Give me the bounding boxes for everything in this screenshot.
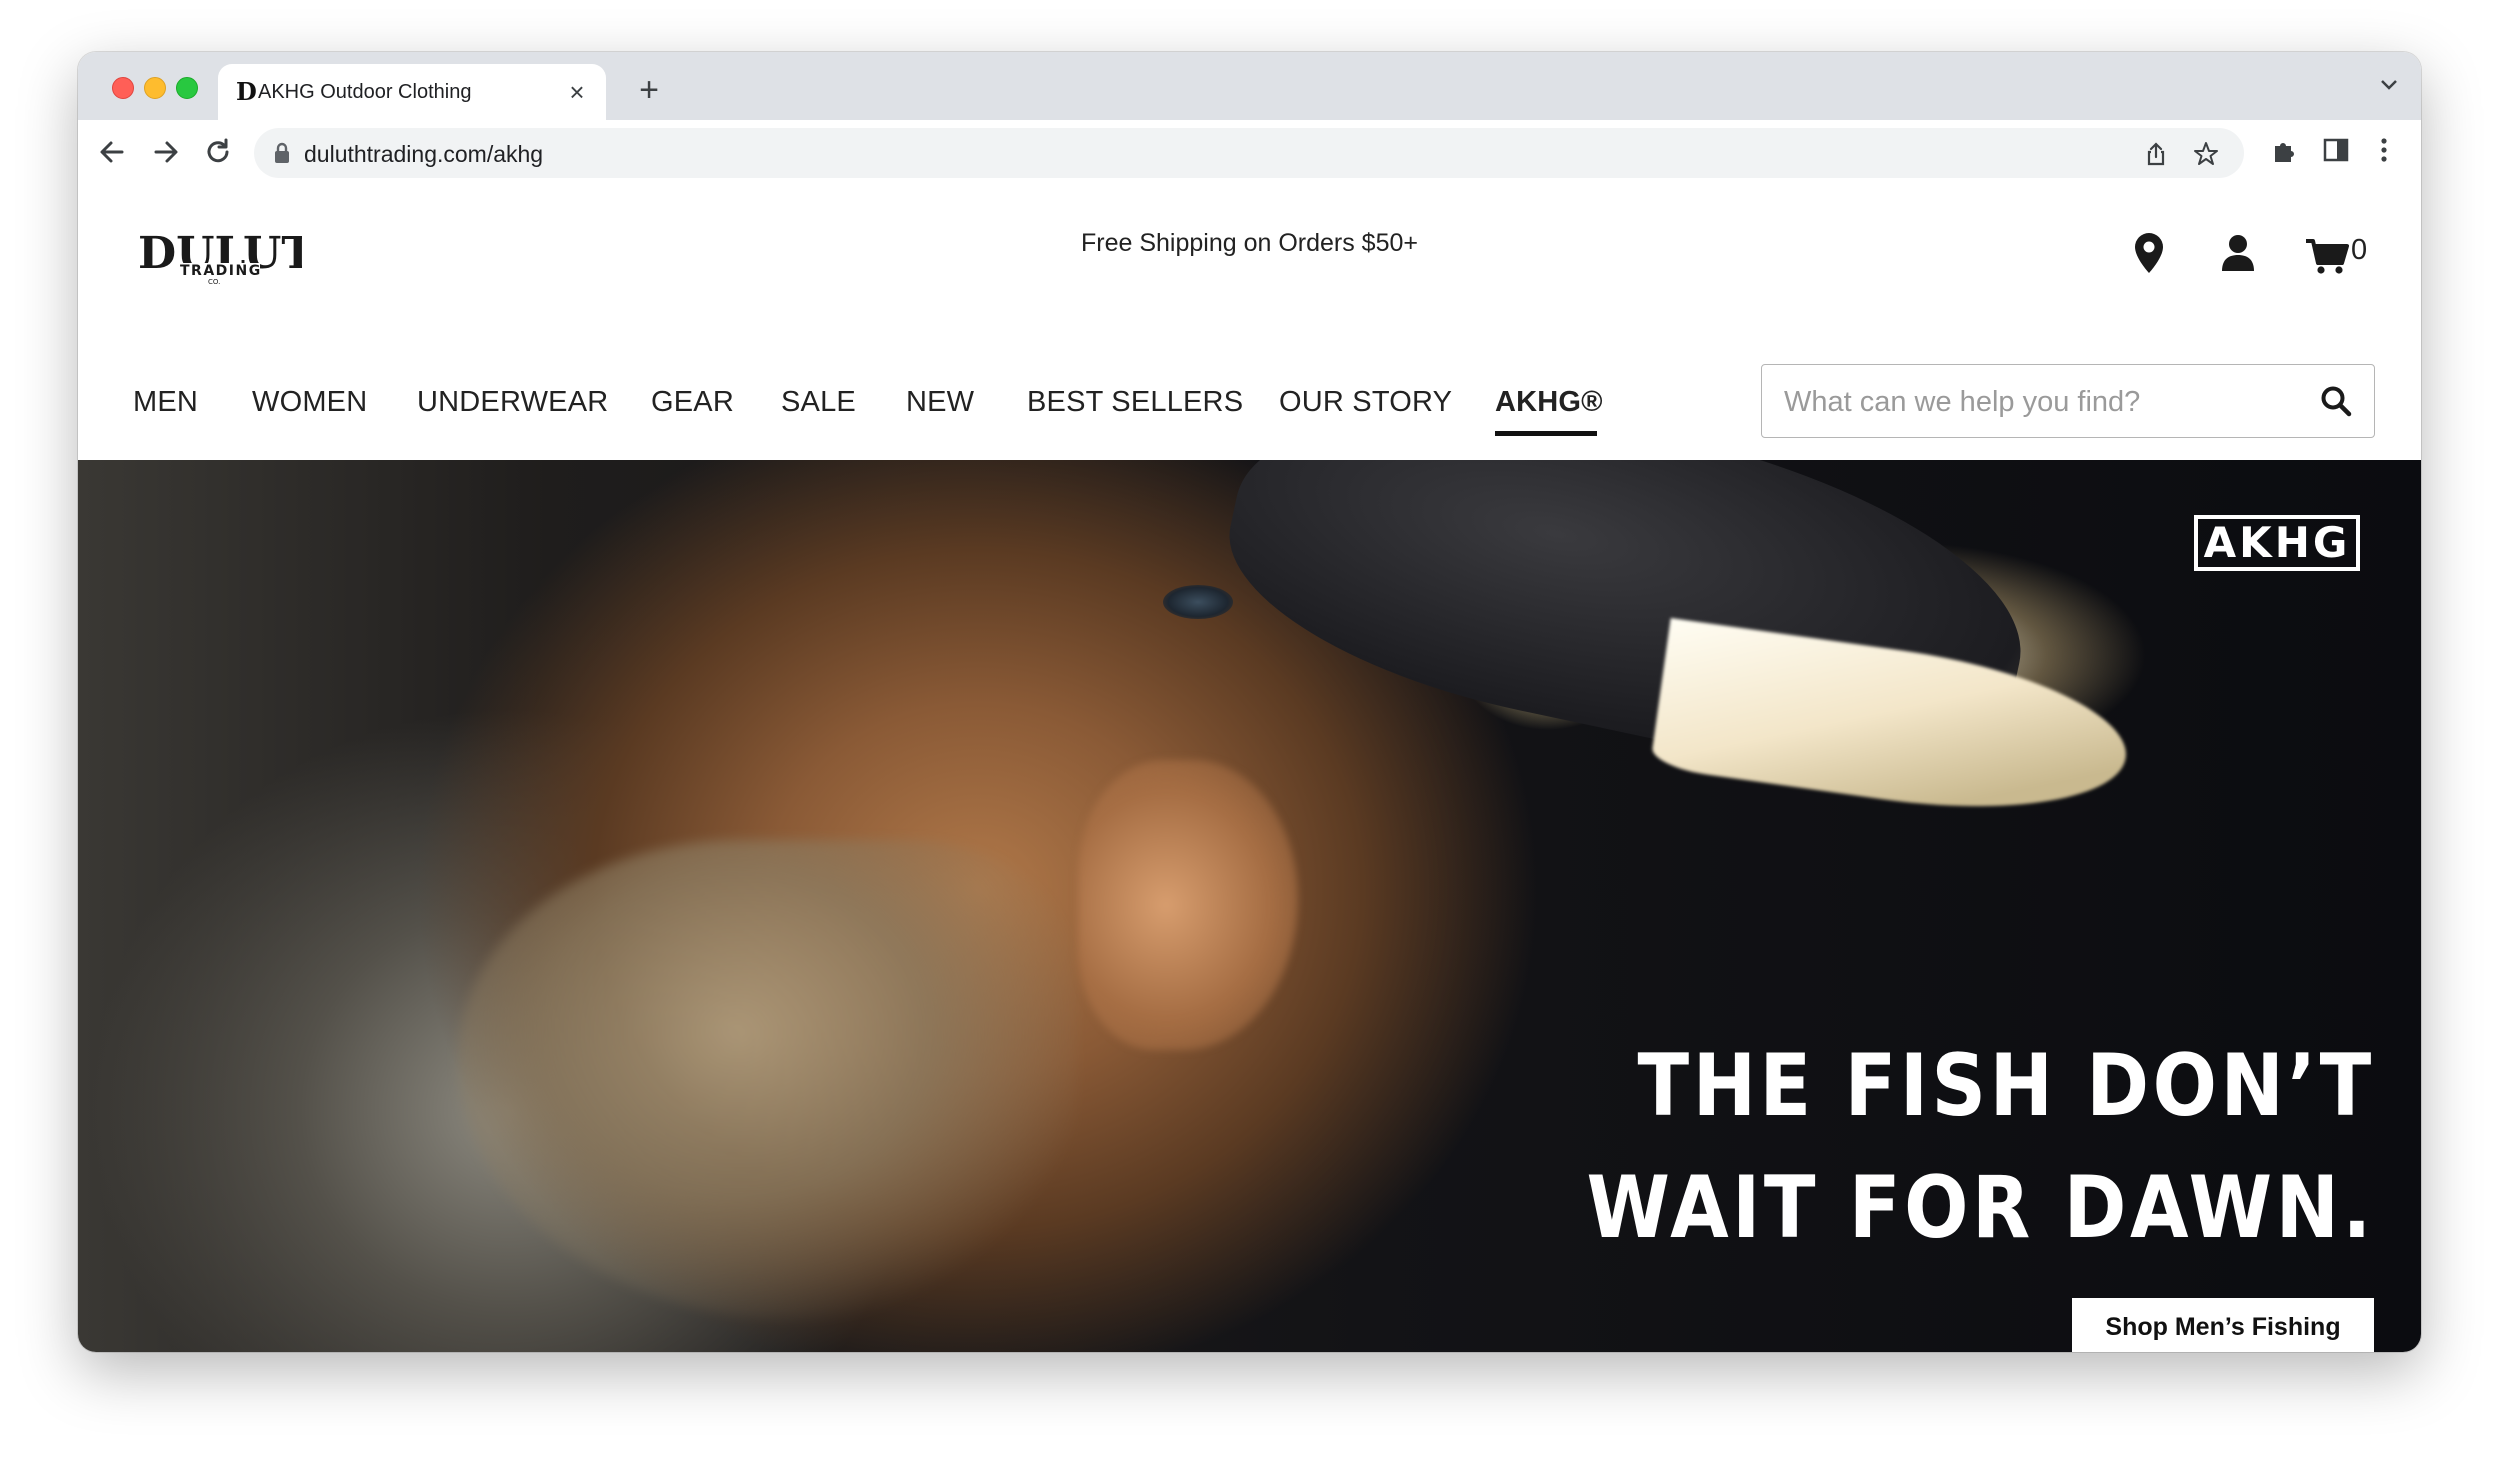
- url-text: duluthtrading.com/akhg: [304, 141, 544, 167]
- new-tab-button[interactable]: +: [631, 72, 667, 108]
- shop-mens-fishing-button[interactable]: Shop Men’s Fishing: [2072, 1298, 2374, 1352]
- logo-co: CO.: [208, 278, 220, 286]
- lock-icon[interactable]: [274, 142, 290, 164]
- browser-window: D AKHG Outdoor Clothing × + duluthtradin…: [78, 52, 2421, 1352]
- tab-strip: D AKHG Outdoor Clothing × +: [78, 52, 2421, 120]
- hero-headline-line2: WAIT FOR DAWN.: [1586, 1158, 2375, 1258]
- bookmark-star-icon[interactable]: [2192, 140, 2220, 168]
- forward-arrow-icon[interactable]: [148, 134, 184, 170]
- hero-photo-face: [1078, 760, 1298, 1050]
- logo-subline: TRADING: [180, 263, 262, 279]
- location-pin-icon[interactable]: [2132, 231, 2166, 275]
- nav-item-new[interactable]: NEW: [906, 386, 974, 419]
- more-menu-icon[interactable]: [2368, 134, 2400, 166]
- nav-item-women[interactable]: WOMEN: [252, 386, 367, 419]
- share-icon[interactable]: [2142, 140, 2170, 168]
- nav-item-sale[interactable]: SALE: [781, 386, 856, 419]
- tab-close-icon[interactable]: ×: [562, 77, 592, 107]
- nav-item-best-sellers[interactable]: BEST SELLERS: [1027, 386, 1243, 419]
- nav-item-underwear[interactable]: UNDERWEAR: [417, 386, 608, 419]
- akhg-brand-badge: AKHG: [2194, 515, 2360, 571]
- reload-icon[interactable]: [200, 134, 236, 170]
- hero-photo-headlamp-brim: [1649, 618, 2137, 832]
- close-window-button[interactable]: [112, 77, 134, 99]
- nav-item-men[interactable]: MEN: [133, 386, 198, 419]
- cart-count-badge[interactable]: 0: [2351, 234, 2367, 267]
- back-arrow-icon[interactable]: [94, 134, 130, 170]
- account-icon[interactable]: [2219, 233, 2257, 273]
- nav-item-akhg[interactable]: AKHG®: [1495, 386, 1603, 419]
- tab-search-chevron-icon[interactable]: [2379, 78, 2399, 92]
- shipping-promo[interactable]: Free Shipping on Orders $50+: [78, 229, 2421, 258]
- browser-tab-active[interactable]: D AKHG Outdoor Clothing ×: [218, 64, 606, 120]
- side-panel-icon[interactable]: [2320, 134, 2352, 166]
- cart-icon[interactable]: [2304, 237, 2350, 275]
- hero-headline: THE FISH DON’T WAIT FOR DAWN.: [1587, 1025, 2375, 1269]
- nav-item-our-story[interactable]: OUR STORY: [1279, 386, 1452, 419]
- tab-favicon-icon: D: [236, 77, 257, 106]
- hero-banner[interactable]: AKHG THE FISH DON’T WAIT FOR DAWN. Shop …: [78, 460, 2421, 1352]
- hero-photo-beard: [458, 840, 1078, 1320]
- site-search-box: [1761, 364, 2375, 438]
- active-nav-underline: [1495, 431, 1597, 436]
- extensions-icon[interactable]: [2269, 134, 2301, 166]
- hero-photo-eye: [1163, 585, 1233, 619]
- maximize-window-button[interactable]: [176, 77, 198, 99]
- search-input[interactable]: [1782, 379, 2306, 425]
- minimize-window-button[interactable]: [144, 77, 166, 99]
- tab-title: AKHG Outdoor Clothing: [258, 81, 472, 103]
- nav-item-gear[interactable]: GEAR: [651, 386, 734, 419]
- address-bar[interactable]: duluthtrading.com/akhg: [254, 128, 2244, 178]
- site-header: DULUTH TRADING CO. Free Shipping on Orde…: [78, 181, 2421, 460]
- hero-headline-line1: THE FISH DON’T: [1637, 1036, 2375, 1136]
- search-icon[interactable]: [2320, 385, 2352, 417]
